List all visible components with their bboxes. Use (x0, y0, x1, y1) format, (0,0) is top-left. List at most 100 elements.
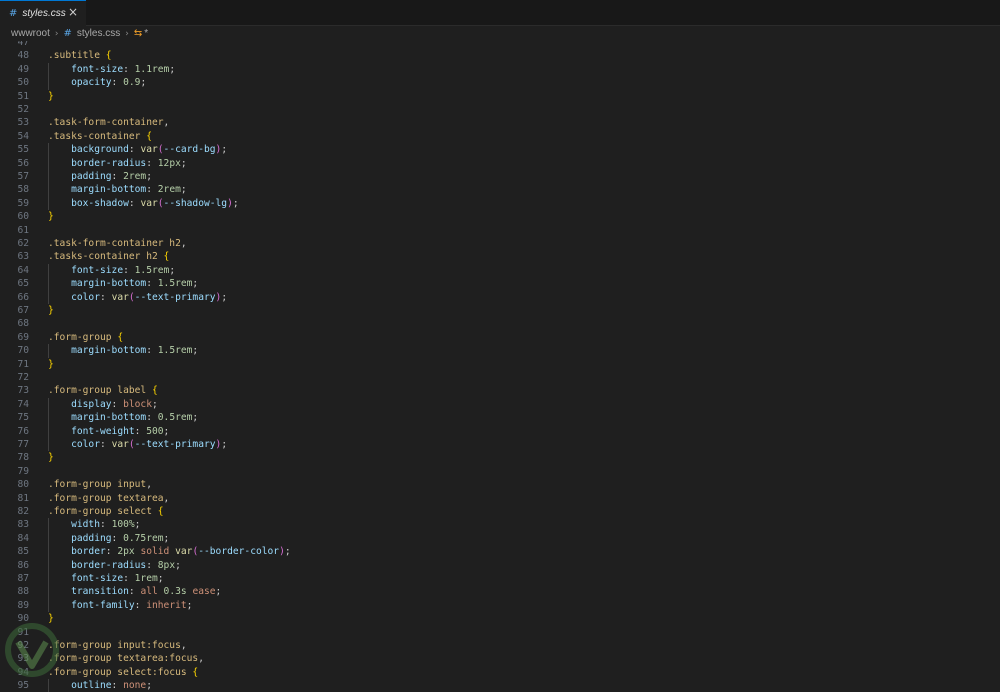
code-token: font-family (71, 599, 135, 611)
code-line[interactable]: 93 .form-group textarea:focus, (0, 652, 1000, 665)
code-token: font-weight (71, 425, 135, 437)
code-line[interactable]: 48 .subtitle { (0, 49, 1000, 62)
code-token: .form-group textarea:focus (48, 653, 199, 665)
code-line[interactable]: 82 .form-group select { (0, 505, 1000, 518)
code-token: : (100, 291, 112, 303)
close-icon[interactable]: × (68, 6, 78, 18)
code-line[interactable]: 86 border-radius: 8px; (0, 559, 1000, 572)
code-token: 0.3s (163, 586, 187, 598)
code-line[interactable]: 94 .form-group select:focus { (0, 666, 1000, 679)
code-line[interactable]: 66 color: var(--text-primary); (0, 291, 1000, 304)
code-line[interactable]: 62 .task-form-container h2, (0, 237, 1000, 250)
line-code: font-size: 1.5rem; (48, 264, 175, 277)
code-line[interactable]: 95 outline: none; (0, 679, 1000, 692)
code-token: ; (152, 398, 158, 410)
line-code: } (48, 90, 54, 103)
breadcrumb-file[interactable]: styles.css (77, 28, 120, 39)
code-line[interactable]: 74 display: block; (0, 398, 1000, 411)
code-token: : (134, 599, 147, 611)
code-token: : (146, 559, 158, 571)
code-line[interactable]: 83 width: 100%; (0, 518, 1000, 531)
code-line[interactable]: 84 padding: 0.75rem; (0, 532, 1000, 545)
line-code: transition: all 0.3s ease; (48, 585, 221, 598)
code-token: ; (163, 425, 170, 437)
line-number: 82 (17, 506, 29, 517)
breadcrumb-folder[interactable]: wwwroot (11, 28, 50, 39)
code-line[interactable]: 80 .form-group input, (0, 478, 1000, 491)
code-line[interactable]: 59 box-shadow: var(--shadow-lg); (0, 197, 1000, 210)
breadcrumb: wwwroot › # styles.css › ⇆ * (0, 26, 1000, 41)
code-token: ; (163, 532, 170, 544)
code-line[interactable]: 90} (0, 612, 1000, 625)
code-line[interactable]: 91 (0, 626, 1000, 639)
line-number: 84 (17, 532, 29, 544)
code-token: ; (232, 197, 239, 209)
code-token: , (163, 117, 170, 129)
line-number: 47 (17, 41, 29, 48)
code-line[interactable]: 68 (0, 317, 1000, 330)
code-line[interactable]: 85 border: 2px solid var(--border-color)… (0, 545, 1000, 558)
code-line[interactable]: 69 .form-group { (0, 331, 1000, 344)
code-token: background (71, 144, 129, 156)
breadcrumb-symbol[interactable]: * (144, 28, 148, 39)
code-line[interactable]: 60} (0, 210, 1000, 223)
line-number: 78 (17, 452, 29, 464)
line-code: .form-group textarea, (48, 492, 169, 505)
line-number: 66 (17, 291, 29, 303)
code-line[interactable]: 54 .tasks-container { (0, 130, 1000, 143)
code-line[interactable]: 53 .task-form-container, (0, 116, 1000, 129)
code-line[interactable]: 71} (0, 358, 1000, 371)
code-line[interactable]: 76 font-weight: 500; (0, 425, 1000, 438)
code-line[interactable]: 61 (0, 224, 1000, 237)
line-number: 75 (17, 412, 29, 424)
code-line[interactable]: 50 opacity: 0.9; (0, 76, 1000, 89)
code-line[interactable]: 92 .form-group input:focus, (0, 639, 1000, 652)
code-token: : (128, 144, 141, 156)
code-token: .form-group textarea (48, 492, 164, 504)
line-code: } (48, 358, 54, 371)
code-token: var (140, 144, 158, 156)
code-line[interactable]: 87 font-size: 1rem; (0, 572, 1000, 585)
code-line[interactable]: 56 border-radius: 12px; (0, 157, 1000, 170)
code-line[interactable]: 57 padding: 2rem; (0, 170, 1000, 183)
code-line[interactable]: 49 font-size: 1.1rem; (0, 63, 1000, 76)
code-line[interactable]: 75 margin-bottom: 0.5rem; (0, 411, 1000, 424)
line-code: .form-group select { (48, 505, 164, 518)
code-line[interactable]: 72 (0, 371, 1000, 384)
line-code: .form-group input, (48, 478, 152, 491)
code-line[interactable]: 77 color: var(--text-primary); (0, 438, 1000, 451)
chevron-right-icon: › (54, 28, 59, 39)
code-line[interactable]: 55 background: var(--card-bg); (0, 143, 1000, 156)
code-line[interactable]: 67} (0, 304, 1000, 317)
line-code: outline: none; (48, 679, 152, 692)
code-token: : (146, 184, 158, 196)
code-line[interactable]: 47 (0, 41, 1000, 49)
tab-styles-css[interactable]: # styles.css × (0, 0, 86, 26)
line-number: 65 (17, 278, 29, 290)
code-line[interactable]: 70 margin-bottom: 1.5rem; (0, 344, 1000, 357)
code-editor[interactable]: 47 48 .subtitle {49 font-size: 1.1rem; 50 o… (0, 41, 1000, 692)
code-line[interactable]: 88 transition: all 0.3s ease; (0, 585, 1000, 598)
code-line[interactable]: 51} (0, 90, 1000, 103)
code-token: color (71, 291, 100, 303)
line-number: 49 (17, 63, 29, 75)
code-line[interactable]: 79 (0, 465, 1000, 478)
code-line[interactable]: 64 font-size: 1.5rem; (0, 264, 1000, 277)
line-number: 83 (17, 519, 29, 531)
line-code: margin-bottom: 0.5rem; (48, 411, 198, 424)
line-number: 54 (17, 130, 29, 142)
line-number: 63 (17, 251, 29, 263)
code-line[interactable]: 73 .form-group label { (0, 384, 1000, 397)
code-line[interactable]: 52 (0, 103, 1000, 116)
code-token: ; (221, 439, 228, 450)
code-line[interactable]: 58 margin-bottom: 2rem; (0, 183, 1000, 196)
code-token: ; (180, 184, 187, 196)
code-line[interactable]: 81 .form-group textarea, (0, 492, 1000, 505)
code-line[interactable]: 65 margin-bottom: 1.5rem; (0, 277, 1000, 290)
code-line[interactable]: 63 .tasks-container h2 { (0, 250, 1000, 263)
code-line[interactable]: 78} (0, 451, 1000, 464)
code-line[interactable]: 89 font-family: inherit; (0, 599, 1000, 612)
